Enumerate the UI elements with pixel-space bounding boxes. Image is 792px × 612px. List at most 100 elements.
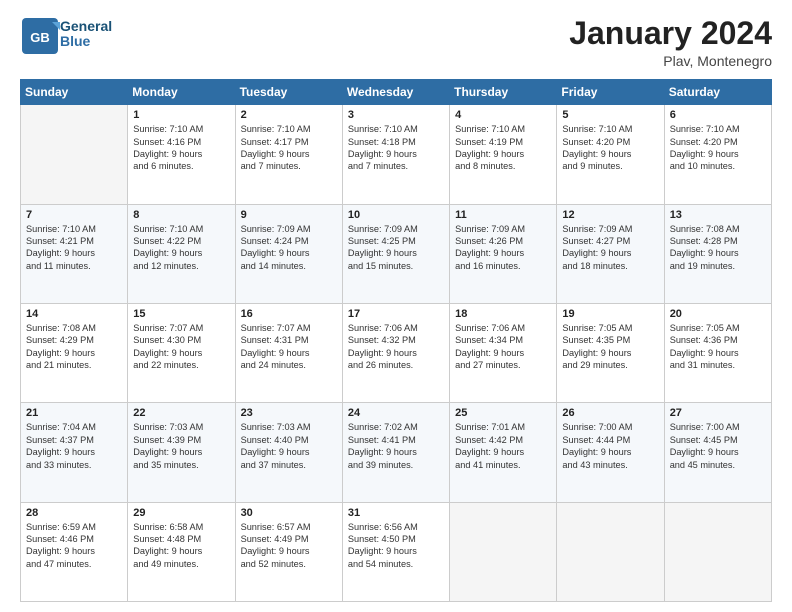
logo-icon: GB (20, 16, 56, 52)
cell-info: Sunrise: 7:10 AMSunset: 4:20 PMDaylight:… (670, 123, 766, 173)
cell-info: Sunrise: 7:08 AMSunset: 4:28 PMDaylight:… (670, 223, 766, 273)
title-block: January 2024 Plav, Montenegro (569, 16, 772, 69)
day-number: 24 (348, 407, 444, 419)
header: GB General Blue January 2024 Plav, Monte… (20, 16, 772, 69)
day-cell: 14Sunrise: 7:08 AMSunset: 4:29 PMDayligh… (21, 303, 128, 402)
week-row-4: 21 Sunrise: 7:04 AMSunset: 4:37 PMDayligh… (21, 403, 772, 502)
cell-info: Sunrise: 7:06 AMSunset: 4:34 PMDaylight:… (455, 322, 551, 372)
day-cell: 10 Sunrise: 7:09 AMSunset: 4:25 PMDayligh… (342, 204, 449, 303)
calendar-table: SundayMondayTuesdayWednesdayThursdayFrid… (20, 79, 772, 602)
cell-info: Sunrise: 7:05 AMSunset: 4:36 PMDaylight:… (670, 322, 766, 372)
week-row-5: 28Sunrise: 6:59 AMSunset: 4:46 PMDayligh… (21, 502, 772, 601)
cell-info: Sunrise: 6:56 AMSunset: 4:50 PMDaylight:… (348, 521, 444, 571)
week-row-1: 1 Sunrise: 7:10 AMSunset: 4:16 PMDaylight… (21, 105, 772, 204)
day-cell: 3Sunrise: 7:10 AMSunset: 4:18 PMDaylight… (342, 105, 449, 204)
cell-info: Sunrise: 7:10 AMSunset: 4:17 PMDaylight:… (241, 123, 337, 173)
day-header-tuesday: Tuesday (235, 80, 342, 105)
day-number: 30 (241, 507, 337, 519)
day-number: 13 (670, 209, 766, 221)
day-number: 7 (26, 209, 122, 221)
day-cell: 28Sunrise: 6:59 AMSunset: 4:46 PMDayligh… (21, 502, 128, 601)
day-header-sunday: Sunday (21, 80, 128, 105)
cell-info: Sunrise: 7:10 AMSunset: 4:16 PMDaylight:… (133, 123, 229, 173)
cell-info: Sunrise: 7:10 AMSunset: 4:19 PMDaylight:… (455, 123, 551, 173)
day-number: 16 (241, 308, 337, 320)
day-cell: 18Sunrise: 7:06 AMSunset: 4:34 PMDayligh… (450, 303, 557, 402)
month-title: January 2024 (569, 16, 772, 51)
day-cell: 23 Sunrise: 7:03 AMSunset: 4:40 PMDayligh… (235, 403, 342, 502)
day-cell: 30Sunrise: 6:57 AMSunset: 4:49 PMDayligh… (235, 502, 342, 601)
logo-text: General Blue (60, 19, 112, 50)
day-number: 9 (241, 209, 337, 221)
day-number: 23 (241, 407, 337, 419)
day-number: 19 (562, 308, 658, 320)
day-number: 29 (133, 507, 229, 519)
day-cell: 22 Sunrise: 7:03 AMSunset: 4:39 PMDayligh… (128, 403, 235, 502)
day-cell: 27Sunrise: 7:00 AMSunset: 4:45 PMDayligh… (664, 403, 771, 502)
cell-info: Sunrise: 7:10 AMSunset: 4:20 PMDaylight:… (562, 123, 658, 173)
day-cell: 21 Sunrise: 7:04 AMSunset: 4:37 PMDayligh… (21, 403, 128, 502)
day-number: 10 (348, 209, 444, 221)
day-header-monday: Monday (128, 80, 235, 105)
day-number: 15 (133, 308, 229, 320)
logo-blue: Blue (60, 34, 112, 49)
day-cell (21, 105, 128, 204)
day-number: 4 (455, 109, 551, 121)
day-cell: 4 Sunrise: 7:10 AMSunset: 4:19 PMDaylight… (450, 105, 557, 204)
page: GB General Blue January 2024 Plav, Monte… (0, 0, 792, 612)
day-number: 2 (241, 109, 337, 121)
day-cell: 9 Sunrise: 7:09 AMSunset: 4:24 PMDaylight… (235, 204, 342, 303)
cell-info: Sunrise: 6:58 AMSunset: 4:48 PMDaylight:… (133, 521, 229, 571)
cell-info: Sunrise: 7:00 AMSunset: 4:44 PMDaylight:… (562, 421, 658, 471)
logo-general: General (60, 19, 112, 34)
day-cell: 8Sunrise: 7:10 AMSunset: 4:22 PMDaylight… (128, 204, 235, 303)
day-cell (450, 502, 557, 601)
cell-info: Sunrise: 7:06 AMSunset: 4:32 PMDaylight:… (348, 322, 444, 372)
day-number: 8 (133, 209, 229, 221)
day-cell: 29 Sunrise: 6:58 AMSunset: 4:48 PMDayligh… (128, 502, 235, 601)
day-number: 14 (26, 308, 122, 320)
day-cell: 12Sunrise: 7:09 AMSunset: 4:27 PMDayligh… (557, 204, 664, 303)
day-cell: 11Sunrise: 7:09 AMSunset: 4:26 PMDayligh… (450, 204, 557, 303)
day-number: 3 (348, 109, 444, 121)
day-number: 26 (562, 407, 658, 419)
day-number: 1 (133, 109, 229, 121)
day-cell: 24Sunrise: 7:02 AMSunset: 4:41 PMDayligh… (342, 403, 449, 502)
location: Plav, Montenegro (569, 53, 772, 69)
day-cell (664, 502, 771, 601)
day-cell: 6 Sunrise: 7:10 AMSunset: 4:20 PMDaylight… (664, 105, 771, 204)
day-number: 6 (670, 109, 766, 121)
cell-info: Sunrise: 7:09 AMSunset: 4:25 PMDaylight:… (348, 223, 444, 273)
day-number: 27 (670, 407, 766, 419)
cell-info: Sunrise: 7:09 AMSunset: 4:24 PMDaylight:… (241, 223, 337, 273)
cell-info: Sunrise: 7:07 AMSunset: 4:30 PMDaylight:… (133, 322, 229, 372)
day-header-friday: Friday (557, 80, 664, 105)
day-number: 5 (562, 109, 658, 121)
cell-info: Sunrise: 7:04 AMSunset: 4:37 PMDaylight:… (26, 421, 122, 471)
day-cell: 25 Sunrise: 7:01 AMSunset: 4:42 PMDayligh… (450, 403, 557, 502)
week-row-3: 14Sunrise: 7:08 AMSunset: 4:29 PMDayligh… (21, 303, 772, 402)
day-header-thursday: Thursday (450, 80, 557, 105)
cell-info: Sunrise: 6:59 AMSunset: 4:46 PMDaylight:… (26, 521, 122, 571)
day-number: 21 (26, 407, 122, 419)
header-row: SundayMondayTuesdayWednesdayThursdayFrid… (21, 80, 772, 105)
cell-info: Sunrise: 7:01 AMSunset: 4:42 PMDaylight:… (455, 421, 551, 471)
cell-info: Sunrise: 7:03 AMSunset: 4:40 PMDaylight:… (241, 421, 337, 471)
day-number: 20 (670, 308, 766, 320)
day-cell: 7 Sunrise: 7:10 AMSunset: 4:21 PMDaylight… (21, 204, 128, 303)
day-number: 17 (348, 308, 444, 320)
day-header-saturday: Saturday (664, 80, 771, 105)
day-cell: 2 Sunrise: 7:10 AMSunset: 4:17 PMDaylight… (235, 105, 342, 204)
week-row-2: 7 Sunrise: 7:10 AMSunset: 4:21 PMDaylight… (21, 204, 772, 303)
cell-info: Sunrise: 7:05 AMSunset: 4:35 PMDaylight:… (562, 322, 658, 372)
day-cell: 16Sunrise: 7:07 AMSunset: 4:31 PMDayligh… (235, 303, 342, 402)
day-header-wednesday: Wednesday (342, 80, 449, 105)
day-cell (557, 502, 664, 601)
day-cell: 15 Sunrise: 7:07 AMSunset: 4:30 PMDayligh… (128, 303, 235, 402)
day-number: 12 (562, 209, 658, 221)
day-number: 22 (133, 407, 229, 419)
day-number: 25 (455, 407, 551, 419)
cell-info: Sunrise: 7:10 AMSunset: 4:21 PMDaylight:… (26, 223, 122, 273)
cell-info: Sunrise: 7:03 AMSunset: 4:39 PMDaylight:… (133, 421, 229, 471)
svg-text:GB: GB (30, 30, 50, 45)
